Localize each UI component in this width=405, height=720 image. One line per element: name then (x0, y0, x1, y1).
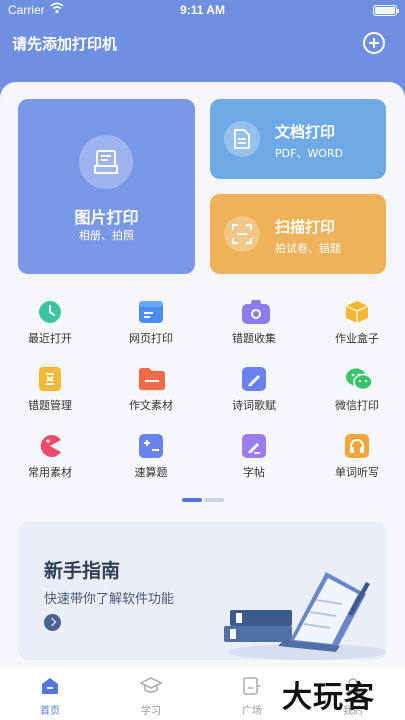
tool-label: 最近打开 (28, 332, 72, 345)
home-icon (42, 678, 58, 694)
scan-print-title: 扫描打印 (275, 218, 336, 236)
tab-label: 学习 (141, 706, 161, 717)
square-icon (243, 677, 260, 695)
plus-circle-icon[interactable] (363, 32, 385, 54)
headphones-icon (345, 434, 369, 458)
header: 请先添加打印机 (0, 22, 405, 82)
page-indicator (204, 498, 224, 502)
scan-icon (224, 216, 260, 252)
watermark-logo: 大玩客 (282, 680, 375, 715)
document-icon (224, 121, 260, 157)
edit-icon (242, 434, 266, 458)
main-panel: 图片打印 相册、拍照 文档打印 PDF、WORD 扫描打印 拍试卷、错题 最近打… (0, 82, 405, 720)
tool-common-material[interactable]: 常用素材 (2, 434, 98, 490)
battery-icon (373, 5, 399, 16)
tool-label: 字帖 (243, 466, 265, 479)
scan-print-card[interactable]: 扫描打印 拍试卷、错题 (210, 194, 386, 274)
books-illustration (224, 572, 386, 660)
folder-icon (139, 367, 165, 391)
scan-print-subtitle: 拍试卷、错题 (275, 242, 341, 255)
tool-quick-math[interactable]: 速算题 (103, 434, 199, 490)
document-print-card[interactable]: 文档打印 PDF、WORD (210, 99, 386, 179)
pen-icon (242, 367, 266, 391)
browser-icon (139, 300, 163, 324)
tool-mistake-collect[interactable]: 错题收集 (206, 300, 302, 356)
tool-label: 常用素材 (28, 466, 72, 479)
guide-subtitle: 快速带你了解软件功能 (44, 592, 175, 607)
arrow-right-icon[interactable] (44, 614, 61, 631)
tool-homework-box[interactable]: 作业盒子 (309, 300, 405, 356)
camera-icon (242, 300, 270, 324)
document-print-title: 文档打印 (275, 123, 336, 141)
pacman-icon (38, 434, 62, 458)
tool-label: 错题收集 (232, 332, 276, 345)
photo-print-title: 图片打印 (74, 208, 139, 227)
page-indicator-active (182, 498, 202, 502)
tab-home[interactable]: 首页 (20, 676, 80, 720)
tool-wechat-print[interactable]: 微信打印 (309, 367, 405, 423)
plus-minus-icon (139, 434, 163, 458)
tool-poetry[interactable]: 诗词歌赋 (206, 367, 302, 423)
photo-print-subtitle: 相册、拍照 (79, 229, 134, 242)
tool-label: 单词听写 (335, 466, 379, 479)
tab-study[interactable]: 学习 (121, 676, 181, 720)
tool-essay-material[interactable]: 作文素材 (103, 367, 199, 423)
tool-label: 诗词歌赋 (232, 399, 276, 412)
tab-square[interactable]: 广场 (222, 676, 282, 720)
tool-mistake-manage[interactable]: 错题管理 (2, 367, 98, 423)
beginner-guide-banner[interactable]: 新手指南 快速带你了解软件功能 (18, 522, 386, 660)
document-print-subtitle: PDF、WORD (275, 147, 344, 160)
page-title: 请先添加打印机 (12, 35, 118, 53)
clock-icon (38, 300, 62, 324)
box-icon (345, 300, 369, 324)
photo-print-icon (79, 135, 133, 189)
tool-label: 网页打印 (129, 332, 173, 345)
tool-label: 速算题 (134, 466, 168, 479)
tab-label: 首页 (40, 706, 60, 717)
calculator-icon (38, 367, 62, 391)
tool-web-print[interactable]: 网页打印 (103, 300, 199, 356)
tool-label: 微信打印 (335, 399, 379, 412)
graduation-cap-icon (140, 677, 162, 693)
tool-label: 错题管理 (28, 399, 72, 412)
tool-label: 作文素材 (129, 399, 173, 412)
tool-copybook[interactable]: 字帖 (206, 434, 302, 490)
wechat-icon (345, 367, 373, 391)
clock-time: 9:11 AM (180, 3, 225, 17)
tool-recent-open[interactable]: 最近打开 (2, 300, 98, 356)
tab-label: 广场 (242, 706, 262, 717)
photo-print-card[interactable]: 图片打印 相册、拍照 (18, 99, 195, 274)
status-bar: Carrier 9:11 AM (0, 0, 405, 22)
tool-label: 作业盒子 (335, 332, 379, 345)
guide-title: 新手指南 (44, 560, 121, 582)
tool-word-dictation[interactable]: 单词听写 (309, 434, 405, 490)
